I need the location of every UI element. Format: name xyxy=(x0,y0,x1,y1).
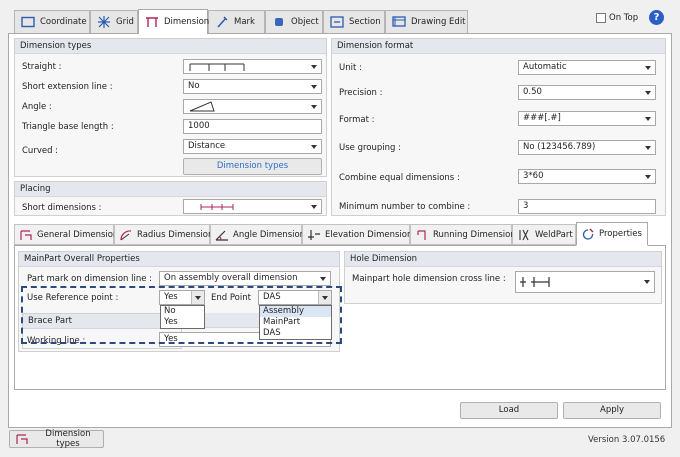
properties-icon xyxy=(581,228,595,240)
end-point-option-das[interactable]: DAS xyxy=(260,328,331,339)
end-point-dropdown: Assembly MainPart DAS xyxy=(259,305,332,340)
radius-dimension-icon xyxy=(119,229,133,241)
combine-select[interactable]: 3*60 xyxy=(518,169,656,184)
short-dimension-icon xyxy=(200,204,234,210)
status-dimension-types-button[interactable]: Dimension types xyxy=(9,429,104,449)
tab-coordinate[interactable]: Coordinate xyxy=(14,10,90,33)
group-title: Brace Part xyxy=(23,314,181,329)
min-combine-label: Minimum number to combine : xyxy=(339,202,471,212)
tri-base-label: Triangle base length : xyxy=(22,122,114,132)
apply-button[interactable]: Apply xyxy=(563,402,661,419)
tab-mark[interactable]: Mark xyxy=(208,10,265,33)
mark-icon xyxy=(215,16,229,28)
tab-label: Dimension xyxy=(164,17,210,27)
use-ref-option-no[interactable]: No xyxy=(161,306,204,317)
curved-select[interactable]: Distance xyxy=(183,139,322,154)
precision-label: Precision : xyxy=(339,88,383,98)
tri-base-input[interactable]: 1000 xyxy=(183,119,322,134)
angle-dimension-icon xyxy=(189,101,215,112)
straight-select[interactable] xyxy=(183,59,322,74)
tab-general-dimension[interactable]: General Dimension xyxy=(14,224,118,245)
unit-label: Unit : xyxy=(339,63,362,73)
short-ext-select[interactable]: No xyxy=(183,79,322,94)
tab-label: Coordinate xyxy=(40,17,87,27)
use-ref-option-yes[interactable]: Yes xyxy=(161,317,204,328)
cross-line-label: Mainpart hole dimension cross line : xyxy=(352,274,506,284)
version-text: Version 3.07.0156 xyxy=(588,435,666,445)
load-button[interactable]: Load xyxy=(460,402,558,419)
cross-line-select[interactable] xyxy=(515,271,655,293)
tab-label: Mark xyxy=(234,17,255,27)
working-line-label: Working line : xyxy=(27,336,86,346)
tab-label: Drawing Edit xyxy=(411,17,466,27)
tab-object[interactable]: Object xyxy=(265,10,323,33)
part-mark-select[interactable]: On assembly overall dimension xyxy=(159,271,331,286)
use-ref-label: Use Reference point : xyxy=(27,293,119,303)
precision-select[interactable]: 0.50 xyxy=(518,85,656,100)
tab-label: Object xyxy=(291,17,319,27)
part-mark-label: Part mark on dimension line : xyxy=(27,274,153,284)
grid-icon xyxy=(97,16,111,28)
grouping-select[interactable]: No (123456.789) xyxy=(518,140,656,155)
straight-label: Straight : xyxy=(22,62,62,72)
general-dimension-icon xyxy=(19,229,33,241)
format-label: Format : xyxy=(339,115,375,125)
angle-select[interactable] xyxy=(183,99,322,114)
tab-label: Grid xyxy=(116,17,134,27)
on-top-label: On Top xyxy=(609,13,639,23)
section-icon xyxy=(330,16,344,28)
dimension-types-button[interactable]: Dimension types xyxy=(183,158,322,175)
tab-section[interactable]: Section xyxy=(323,10,385,33)
tab-properties[interactable]: Properties xyxy=(576,222,648,246)
use-ref-dropdown: No Yes xyxy=(160,305,205,329)
straight-dimension-icon xyxy=(189,63,245,71)
tab-weldpart[interactable]: WeldPart xyxy=(512,224,576,245)
cross-line-icon xyxy=(520,277,550,287)
unit-select[interactable]: Automatic xyxy=(518,60,656,75)
combine-label: Combine equal dimensions : xyxy=(339,173,460,183)
object-icon xyxy=(272,16,286,28)
end-point-option-mainpart[interactable]: MainPart xyxy=(260,317,331,328)
grouping-label: Use grouping : xyxy=(339,143,401,153)
tab-angle-dimension[interactable]: Angle Dimension xyxy=(210,224,305,245)
on-top-checkbox[interactable] xyxy=(596,13,606,23)
weldpart-icon xyxy=(517,229,531,241)
format-select[interactable]: ###[.#] xyxy=(518,111,656,126)
angle-label: Angle : xyxy=(22,102,52,112)
tab-grid[interactable]: Grid xyxy=(90,10,138,33)
angle-dimension-icon xyxy=(215,229,229,241)
end-point-select[interactable]: DAS xyxy=(258,290,332,305)
tab-drawing-edit[interactable]: Drawing Edit xyxy=(385,10,468,33)
group-title: Placing xyxy=(15,182,326,197)
short-ext-label: Short extension line : xyxy=(22,82,113,92)
tab-radius-dimension[interactable]: Radius Dimension xyxy=(114,224,213,245)
short-dims-select[interactable] xyxy=(183,199,322,214)
help-icon[interactable]: ? xyxy=(649,10,664,25)
drawing-edit-icon xyxy=(392,16,406,28)
group-title: Hole Dimension xyxy=(345,252,661,267)
short-dims-label: Short dimensions : xyxy=(22,203,102,213)
running-dimension-icon xyxy=(415,229,429,241)
elevation-dimension-icon xyxy=(307,229,321,241)
group-title: MainPart Overall Properties xyxy=(19,252,339,267)
dimension-icon xyxy=(145,16,159,28)
tab-dimension[interactable]: Dimension xyxy=(138,9,210,34)
tab-label: Section xyxy=(349,17,381,27)
use-ref-select[interactable]: Yes xyxy=(159,290,205,305)
coordinate-icon xyxy=(21,16,35,28)
tab-running-dimension[interactable]: Running Dimension xyxy=(410,224,516,245)
curved-label: Curved : xyxy=(22,146,59,156)
end-point-option-assembly[interactable]: Assembly xyxy=(260,306,331,317)
group-title: Dimension format xyxy=(332,39,665,54)
dimension-types-icon xyxy=(15,433,29,445)
end-point-label: End Point xyxy=(211,293,251,303)
tab-elevation-dimension[interactable]: Elevation Dimension xyxy=(302,224,412,245)
min-combine-input[interactable]: 3 xyxy=(518,199,656,214)
group-title: Dimension types xyxy=(15,39,326,54)
